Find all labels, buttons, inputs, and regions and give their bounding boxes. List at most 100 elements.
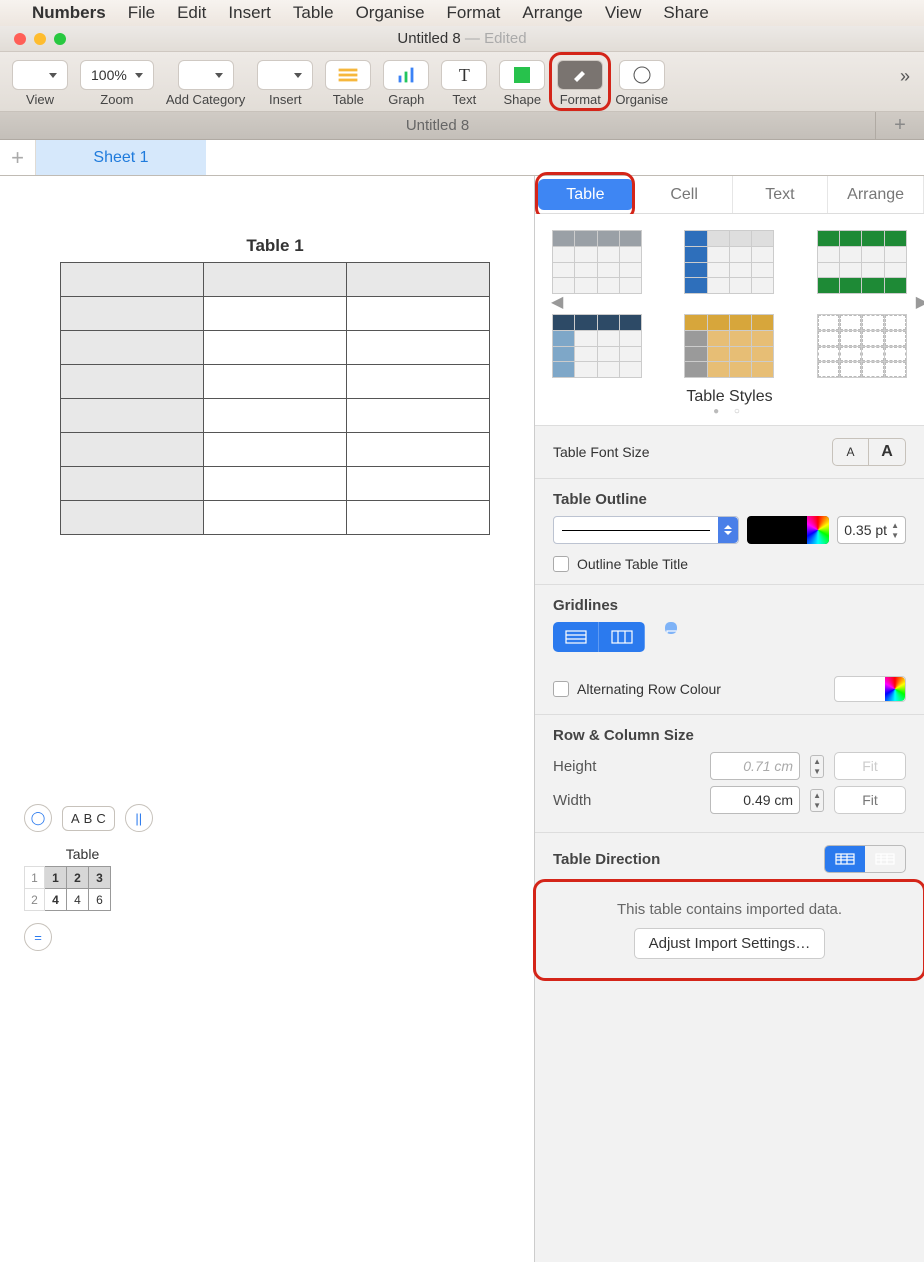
outline-width-field[interactable]: 0.35 pt ▲▼	[837, 516, 906, 544]
inspector-tab-text[interactable]: Text	[733, 176, 829, 213]
app-name[interactable]: Numbers	[32, 3, 106, 23]
inspector-tab-table[interactable]: Table	[538, 179, 634, 210]
text-label: Text	[452, 92, 476, 107]
mini-table-title: Table	[54, 846, 111, 862]
width-stepper[interactable]: ▲▼	[810, 789, 824, 812]
table-style-1[interactable]	[552, 230, 642, 294]
add-sheet-button[interactable]: +	[0, 140, 36, 175]
table-style-4[interactable]	[552, 314, 642, 378]
height-fit-button[interactable]: Fit	[834, 752, 906, 780]
menu-file[interactable]: File	[128, 3, 155, 23]
outline-title-checkbox-label: Outline Table Title	[577, 556, 688, 572]
list-icon	[189, 68, 207, 82]
shape-button[interactable]	[499, 60, 545, 90]
table-style-5[interactable]	[684, 314, 774, 378]
view-label: View	[26, 92, 54, 107]
direction-label: Table Direction	[553, 851, 660, 868]
inspector-tab-cell[interactable]: Cell	[637, 176, 733, 213]
document-tab[interactable]: Untitled 8	[0, 112, 876, 139]
table-style-2[interactable]	[684, 230, 774, 294]
height-label: Height	[553, 758, 700, 775]
rowcol-title: Row & Column Size	[553, 727, 906, 744]
toolbar-overflow[interactable]: »	[900, 66, 910, 87]
import-message: This table contains imported data.	[551, 901, 908, 918]
inspector-tab-arrange[interactable]: Arrange	[828, 176, 924, 213]
view-button[interactable]	[12, 60, 68, 90]
inspector: Table Cell Text Arrange ◀▶ Table Styles …	[534, 176, 924, 1262]
height-field[interactable]: 0.71 cm	[710, 752, 800, 780]
table-styles-grid	[545, 230, 914, 378]
document-tabbar: Untitled 8 +	[0, 112, 924, 140]
table-label: Table	[333, 92, 364, 107]
width-fit-button[interactable]: Fit	[834, 786, 906, 814]
sample-table[interactable]	[60, 262, 490, 535]
insert-button[interactable]	[257, 60, 313, 90]
outline-title-checkbox[interactable]	[553, 556, 569, 572]
alt-row-color-well[interactable]	[834, 676, 906, 702]
width-label: Width	[553, 792, 700, 809]
pause-button[interactable]: ||	[125, 804, 153, 832]
inspector-tabs: Table Cell Text Arrange	[535, 176, 924, 214]
insert-label: Insert	[269, 92, 302, 107]
add-category-button[interactable]	[178, 60, 234, 90]
table-icon	[338, 68, 358, 82]
alt-row-checkbox[interactable]	[553, 681, 569, 697]
table-title[interactable]: Table 1	[60, 236, 490, 256]
gridlines-header-seg[interactable]	[665, 622, 677, 634]
menu-view[interactable]: View	[605, 3, 642, 23]
menu-edit[interactable]: Edit	[177, 3, 206, 23]
mini-table[interactable]: 1 1 2 3 2 4 4 6	[24, 866, 111, 911]
window-title: Untitled 8 — Edited	[0, 30, 924, 47]
alt-row-label: Alternating Row Colour	[577, 681, 721, 697]
font-size-stepper[interactable]: AA	[832, 438, 906, 466]
table-font-size-label: Table Font Size	[553, 444, 650, 460]
outline-color-well[interactable]	[747, 516, 829, 544]
window-titlebar: Untitled 8 — Edited	[0, 26, 924, 52]
organise-button[interactable]	[619, 60, 665, 90]
zoom-button[interactable]: 100%	[80, 60, 154, 90]
sidebar-icon	[23, 68, 41, 82]
direction-seg[interactable]	[824, 845, 906, 873]
graph-button[interactable]	[383, 60, 429, 90]
zoom-label: Zoom	[100, 92, 133, 107]
menu-table[interactable]: Table	[293, 3, 334, 23]
insert-icon	[268, 68, 286, 82]
abc-pill[interactable]: A B C	[62, 806, 115, 831]
circle-button-1[interactable]: ◯	[24, 804, 52, 832]
canvas[interactable]: Table 1 ◯ A B C || Table 1	[0, 176, 534, 1262]
width-field[interactable]: 0.49 cm	[710, 786, 800, 814]
text-icon: T	[459, 65, 470, 86]
menu-organise[interactable]: Organise	[356, 3, 425, 23]
styles-next[interactable]: ▶	[916, 292, 924, 312]
text-button[interactable]: T	[441, 60, 487, 90]
menu-format[interactable]: Format	[447, 3, 501, 23]
font-larger-icon[interactable]: A	[869, 439, 905, 465]
equals-button[interactable]: =	[24, 923, 52, 951]
gridlines-title: Gridlines	[553, 597, 906, 614]
brush-icon	[570, 67, 590, 83]
menu-share[interactable]: Share	[663, 3, 708, 23]
format-button[interactable]	[557, 60, 603, 90]
sheet-bar: + Sheet 1	[0, 140, 924, 176]
adjust-import-button[interactable]: Adjust Import Settings…	[634, 928, 826, 959]
stepper-icon[interactable]: ▲▼	[891, 521, 899, 540]
gridlines-body-seg[interactable]	[553, 622, 645, 652]
table-style-6[interactable]	[817, 314, 907, 378]
graph-label: Graph	[388, 92, 424, 107]
menu-insert[interactable]: Insert	[228, 3, 271, 23]
font-smaller-icon[interactable]: A	[833, 439, 869, 465]
new-tab-button[interactable]: +	[876, 112, 924, 139]
sheet-tab[interactable]: Sheet 1	[36, 140, 206, 175]
menu-arrange[interactable]: Arrange	[522, 3, 582, 23]
shape-label: Shape	[504, 92, 542, 107]
height-stepper[interactable]: ▲▼	[810, 755, 824, 778]
organise-label: Organise	[615, 92, 668, 107]
toolbar: View 100% Zoom Add Category Insert Table…	[0, 52, 924, 112]
direction-rtl[interactable]	[865, 846, 905, 872]
table-button[interactable]	[325, 60, 371, 90]
shape-icon	[514, 67, 530, 83]
chart-icon	[396, 67, 416, 83]
outline-style-select[interactable]	[553, 516, 739, 544]
table-style-3[interactable]	[817, 230, 907, 294]
direction-ltr[interactable]	[825, 846, 865, 872]
